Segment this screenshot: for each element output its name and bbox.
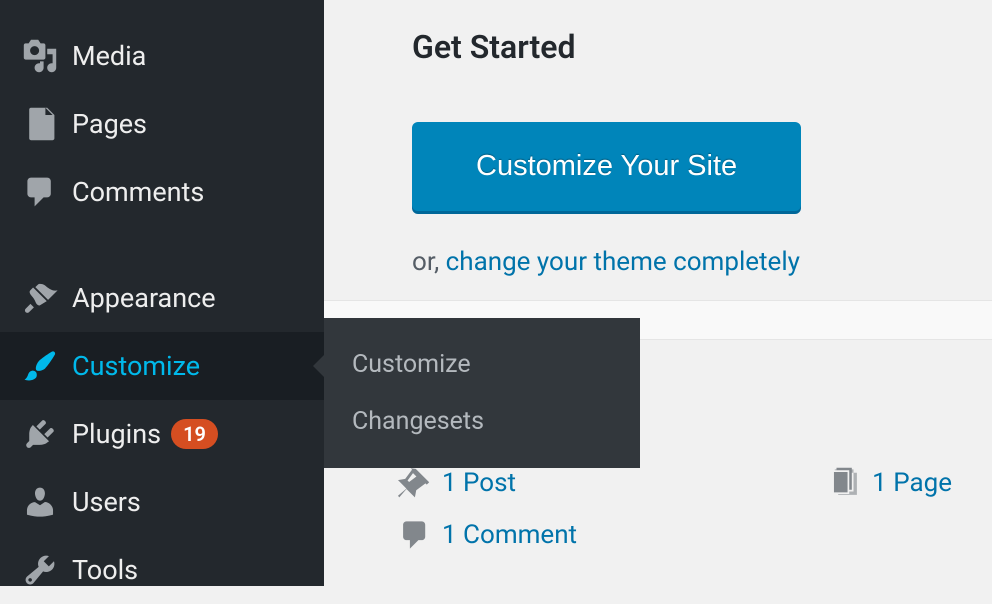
section-heading: Get Started: [412, 28, 904, 66]
tools-icon: [16, 552, 64, 588]
sidebar-item-label: Pages: [72, 108, 147, 140]
change-theme-link[interactable]: change your theme completely: [446, 247, 800, 277]
sidebar-item-label: Plugins: [72, 418, 161, 450]
sidebar-item-customize[interactable]: Customize: [0, 332, 324, 400]
sidebar-separator: [0, 226, 324, 264]
comments-icon: [16, 174, 64, 210]
sidebar-item-plugins[interactable]: Plugins 19: [0, 400, 324, 468]
appearance-icon: [16, 280, 64, 316]
users-icon: [16, 484, 64, 520]
sidebar-item-users[interactable]: Users: [0, 468, 324, 536]
media-icon: [16, 38, 64, 74]
sidebar-item-label: Tools: [72, 554, 138, 586]
sidebar-item-label: Comments: [72, 176, 204, 208]
comment-icon: [398, 518, 432, 552]
pages-icon: [16, 106, 64, 142]
alternative-text: or, change your theme completely: [412, 247, 904, 277]
sidebar-item-appearance[interactable]: Appearance: [0, 264, 324, 332]
sidebar-item-media[interactable]: Media: [0, 22, 324, 90]
plugins-update-badge: 19: [171, 419, 218, 449]
sidebar-item-tools[interactable]: Tools: [0, 536, 324, 604]
or-prefix: or,: [412, 247, 446, 277]
admin-sidebar: Media Pages Comments Appearance Customiz…: [0, 0, 324, 586]
comments-count-link[interactable]: 1 Comment: [442, 520, 577, 550]
pages-count-link[interactable]: 1 Page: [872, 468, 952, 498]
posts-count-link[interactable]: 1 Post: [442, 468, 516, 498]
pin-icon: [398, 466, 432, 500]
sidebar-item-label: Appearance: [72, 282, 216, 314]
sidebar-item-label: Customize: [72, 350, 200, 382]
sidebar-item-label: Media: [72, 40, 146, 72]
at-a-glance-stats: 1 Post 1 Page 1 Comment: [398, 466, 952, 570]
customize-site-button[interactable]: Customize Your Site: [412, 122, 801, 211]
sidebar-item-label: Users: [72, 486, 141, 518]
sidebar-item-pages[interactable]: Pages: [0, 90, 324, 158]
customize-icon: [16, 348, 64, 384]
page-icon: [828, 466, 862, 500]
sidebar-item-comments[interactable]: Comments: [0, 158, 324, 226]
plugins-icon: [16, 416, 64, 452]
